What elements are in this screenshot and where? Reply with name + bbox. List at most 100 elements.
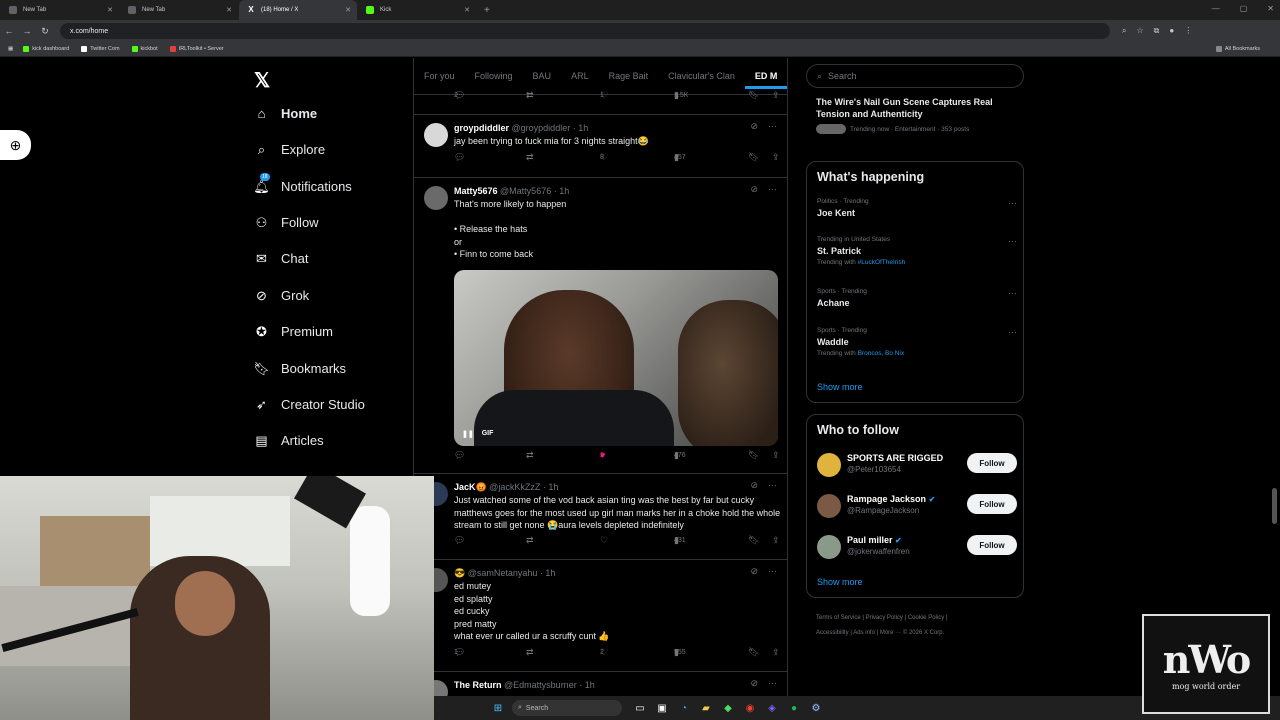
author-handle[interactable]: @jackKkZzZ · 1h xyxy=(489,482,558,492)
follow-suggestion[interactable]: Paul miller ✔ @jokerwaffenfren Follow xyxy=(817,533,1017,563)
extensions-icon[interactable]: ⧉ xyxy=(1154,26,1160,36)
nav-explore[interactable]: ⌕ Explore xyxy=(254,142,404,158)
chrome-icon[interactable]: ◉ xyxy=(742,700,758,716)
browser-tab[interactable]: New Tab ✕ xyxy=(1,0,119,20)
footer-link[interactable]: Cookie Policy xyxy=(908,615,944,621)
nav-premium[interactable]: ✪ Premium xyxy=(254,324,404,340)
post[interactable]: 😎 @samNetanyahu · 1h ⊘ ··· ed mutey ed sp… xyxy=(414,560,787,672)
gif-media[interactable]: ❚❚ GIF xyxy=(454,270,778,446)
post[interactable]: The Return @Edmattysburner · 1h ⊘ ··· xyxy=(414,672,787,696)
profile-icon[interactable]: ● xyxy=(1169,26,1174,36)
nav-notifications[interactable]: 🔔︎ 18 Notifications xyxy=(253,173,404,194)
new-tab-button[interactable]: + xyxy=(484,5,490,16)
x-logo-icon[interactable]: 𝕏 xyxy=(254,68,270,93)
author-name[interactable]: The Return xyxy=(454,680,502,690)
author-name[interactable]: JacK😡 xyxy=(454,482,487,492)
nav-bookmarks[interactable]: 🔖︎ Bookmarks xyxy=(253,361,404,377)
tab-clavicular-clan[interactable]: Clavicular's Clan xyxy=(658,71,745,81)
nav-articles[interactable]: ▤ Articles xyxy=(254,433,404,449)
avatar[interactable] xyxy=(424,123,448,147)
all-bookmarks[interactable]: All Bookmarks xyxy=(1215,46,1260,52)
follow-suggestion[interactable]: SPORTS ARE RIGGED @Peter103654 Follow xyxy=(817,451,1017,481)
close-tab-icon[interactable]: ✕ xyxy=(464,6,470,14)
trend-item[interactable]: Trending in United States St. Patrick Tren… xyxy=(817,236,1017,266)
author-handle[interactable]: @Edmattysburner · 1h xyxy=(504,680,595,690)
footer-link[interactable]: Privacy Policy xyxy=(866,615,903,621)
minimize-icon[interactable]: — xyxy=(1212,4,1220,13)
author-name[interactable]: 😎 xyxy=(454,568,465,578)
bookmark-star-icon[interactable]: ☆ xyxy=(1136,26,1143,36)
grok-icon[interactable]: ⊘ xyxy=(750,678,758,689)
app-icon[interactable]: ◈ xyxy=(764,700,780,716)
windows-start-icon[interactable]: ⊞ xyxy=(490,700,506,716)
footer-link[interactable]: Accessibility xyxy=(816,630,849,636)
footer-link[interactable]: Ads info xyxy=(853,630,875,636)
footer-link[interactable]: More ··· xyxy=(880,630,901,636)
follow-button[interactable]: Follow xyxy=(967,453,1017,473)
author-name[interactable]: groypdiddler xyxy=(454,123,509,133)
trend-item[interactable]: Politics · Trending Joe Kent ··· xyxy=(817,198,1017,218)
zoom-icon[interactable]: ⌕ xyxy=(1122,26,1126,36)
widget-icon[interactable]: ▭ xyxy=(632,700,648,716)
footer-link[interactable]: Terms of Service xyxy=(816,615,861,621)
more-icon[interactable]: ··· xyxy=(768,121,777,132)
more-icon[interactable]: ··· xyxy=(1008,327,1017,337)
post[interactable]: JacK😡 @jackKkZzZ · 1h ⊘ ··· Just watched … xyxy=(414,474,787,560)
spotify-icon[interactable]: ● xyxy=(786,700,802,716)
tab-for-you[interactable]: For you xyxy=(414,71,465,81)
tab-ed-m[interactable]: ED M xyxy=(744,71,787,89)
trend-tag[interactable]: #LuckOfTheIrish xyxy=(858,259,906,266)
tab-bau[interactable]: BAU xyxy=(523,71,562,81)
bookmark-item[interactable]: IRLToolkit • Server xyxy=(169,46,224,52)
browser-tab[interactable]: New Tab ✕ xyxy=(120,0,238,20)
nav-follow[interactable]: ⚇ Follow xyxy=(254,215,404,231)
folder-icon[interactable]: ▰ xyxy=(698,700,714,716)
trend-tag[interactable]: Broncos, Bo Nix xyxy=(858,350,905,357)
app-icon[interactable]: ◆ xyxy=(720,700,736,716)
edge-icon[interactable]: ◔ xyxy=(676,700,692,716)
more-icon[interactable]: ··· xyxy=(1008,236,1017,246)
maximize-icon[interactable]: ▢ xyxy=(1240,4,1248,13)
steam-icon[interactable]: ⚙ xyxy=(808,700,824,716)
grok-icon[interactable]: ⊘ xyxy=(750,184,758,195)
trend-item[interactable]: Sports · Trending Waddle Trending with Bro… xyxy=(817,327,1017,357)
nav-grok[interactable]: ⊘ Grok xyxy=(254,288,404,304)
avatar[interactable] xyxy=(817,453,841,477)
nav-creator-studio[interactable]: ➶ Creator Studio xyxy=(254,397,404,413)
grok-icon[interactable]: ⊘ xyxy=(750,566,758,577)
close-tab-icon[interactable]: ✕ xyxy=(345,6,351,14)
bookmark-item[interactable]: Twitter Com xyxy=(81,46,120,52)
post[interactable]: groypdiddler @groypdiddler · 1h ⊘ ··· jay… xyxy=(414,115,787,178)
nav-home[interactable]: ⌂ Home xyxy=(254,106,404,121)
tab-rage-bait[interactable]: Rage Bait xyxy=(599,71,659,81)
browser-tab-active[interactable]: X (18) Home / X ✕ xyxy=(239,0,357,20)
url-field[interactable]: x.com/home xyxy=(60,23,1110,39)
close-window-icon[interactable]: ✕ xyxy=(1267,4,1274,13)
pause-icon[interactable]: ❚❚ xyxy=(462,430,474,438)
reload-icon[interactable]: ↻ xyxy=(36,26,54,37)
bookmark-item[interactable]: kickbot xyxy=(131,46,158,52)
more-icon[interactable]: ··· xyxy=(1008,288,1017,298)
tab-following[interactable]: Following xyxy=(465,71,523,81)
avatar[interactable] xyxy=(817,535,841,559)
grok-icon[interactable]: ⊘ xyxy=(750,480,758,491)
back-icon[interactable]: ← xyxy=(0,26,18,36)
avatar[interactable] xyxy=(424,186,448,210)
author-name[interactable]: Matty5676 xyxy=(454,186,498,196)
follow-button[interactable]: Follow xyxy=(967,535,1017,555)
taskbar-search[interactable]: ⌕ Search xyxy=(512,700,622,716)
author-handle[interactable]: @Matty5676 · 1h xyxy=(500,186,569,196)
author-handle[interactable]: @groypdiddler · 1h xyxy=(512,123,589,133)
more-icon[interactable]: ··· xyxy=(768,566,777,577)
forward-icon[interactable]: → xyxy=(18,26,36,36)
follow-button[interactable]: Follow xyxy=(967,494,1017,514)
top-story[interactable]: The Wire's Nail Gun Scene Captures Real … xyxy=(816,96,1016,134)
browser-tab[interactable]: Kick ✕ xyxy=(358,0,476,20)
nav-chat[interactable]: ✉ Chat xyxy=(254,251,404,267)
show-more-link[interactable]: Show more xyxy=(817,577,863,587)
apps-icon[interactable]: ▦ xyxy=(8,46,13,52)
follow-suggestion[interactable]: Rampage Jackson ✔ @RampageJackson Follow xyxy=(817,492,1017,522)
more-icon[interactable]: ··· xyxy=(768,184,777,195)
scrollbar-thumb[interactable] xyxy=(1272,488,1277,524)
trend-item[interactable]: Sports · Trending Achane ··· xyxy=(817,288,1017,308)
